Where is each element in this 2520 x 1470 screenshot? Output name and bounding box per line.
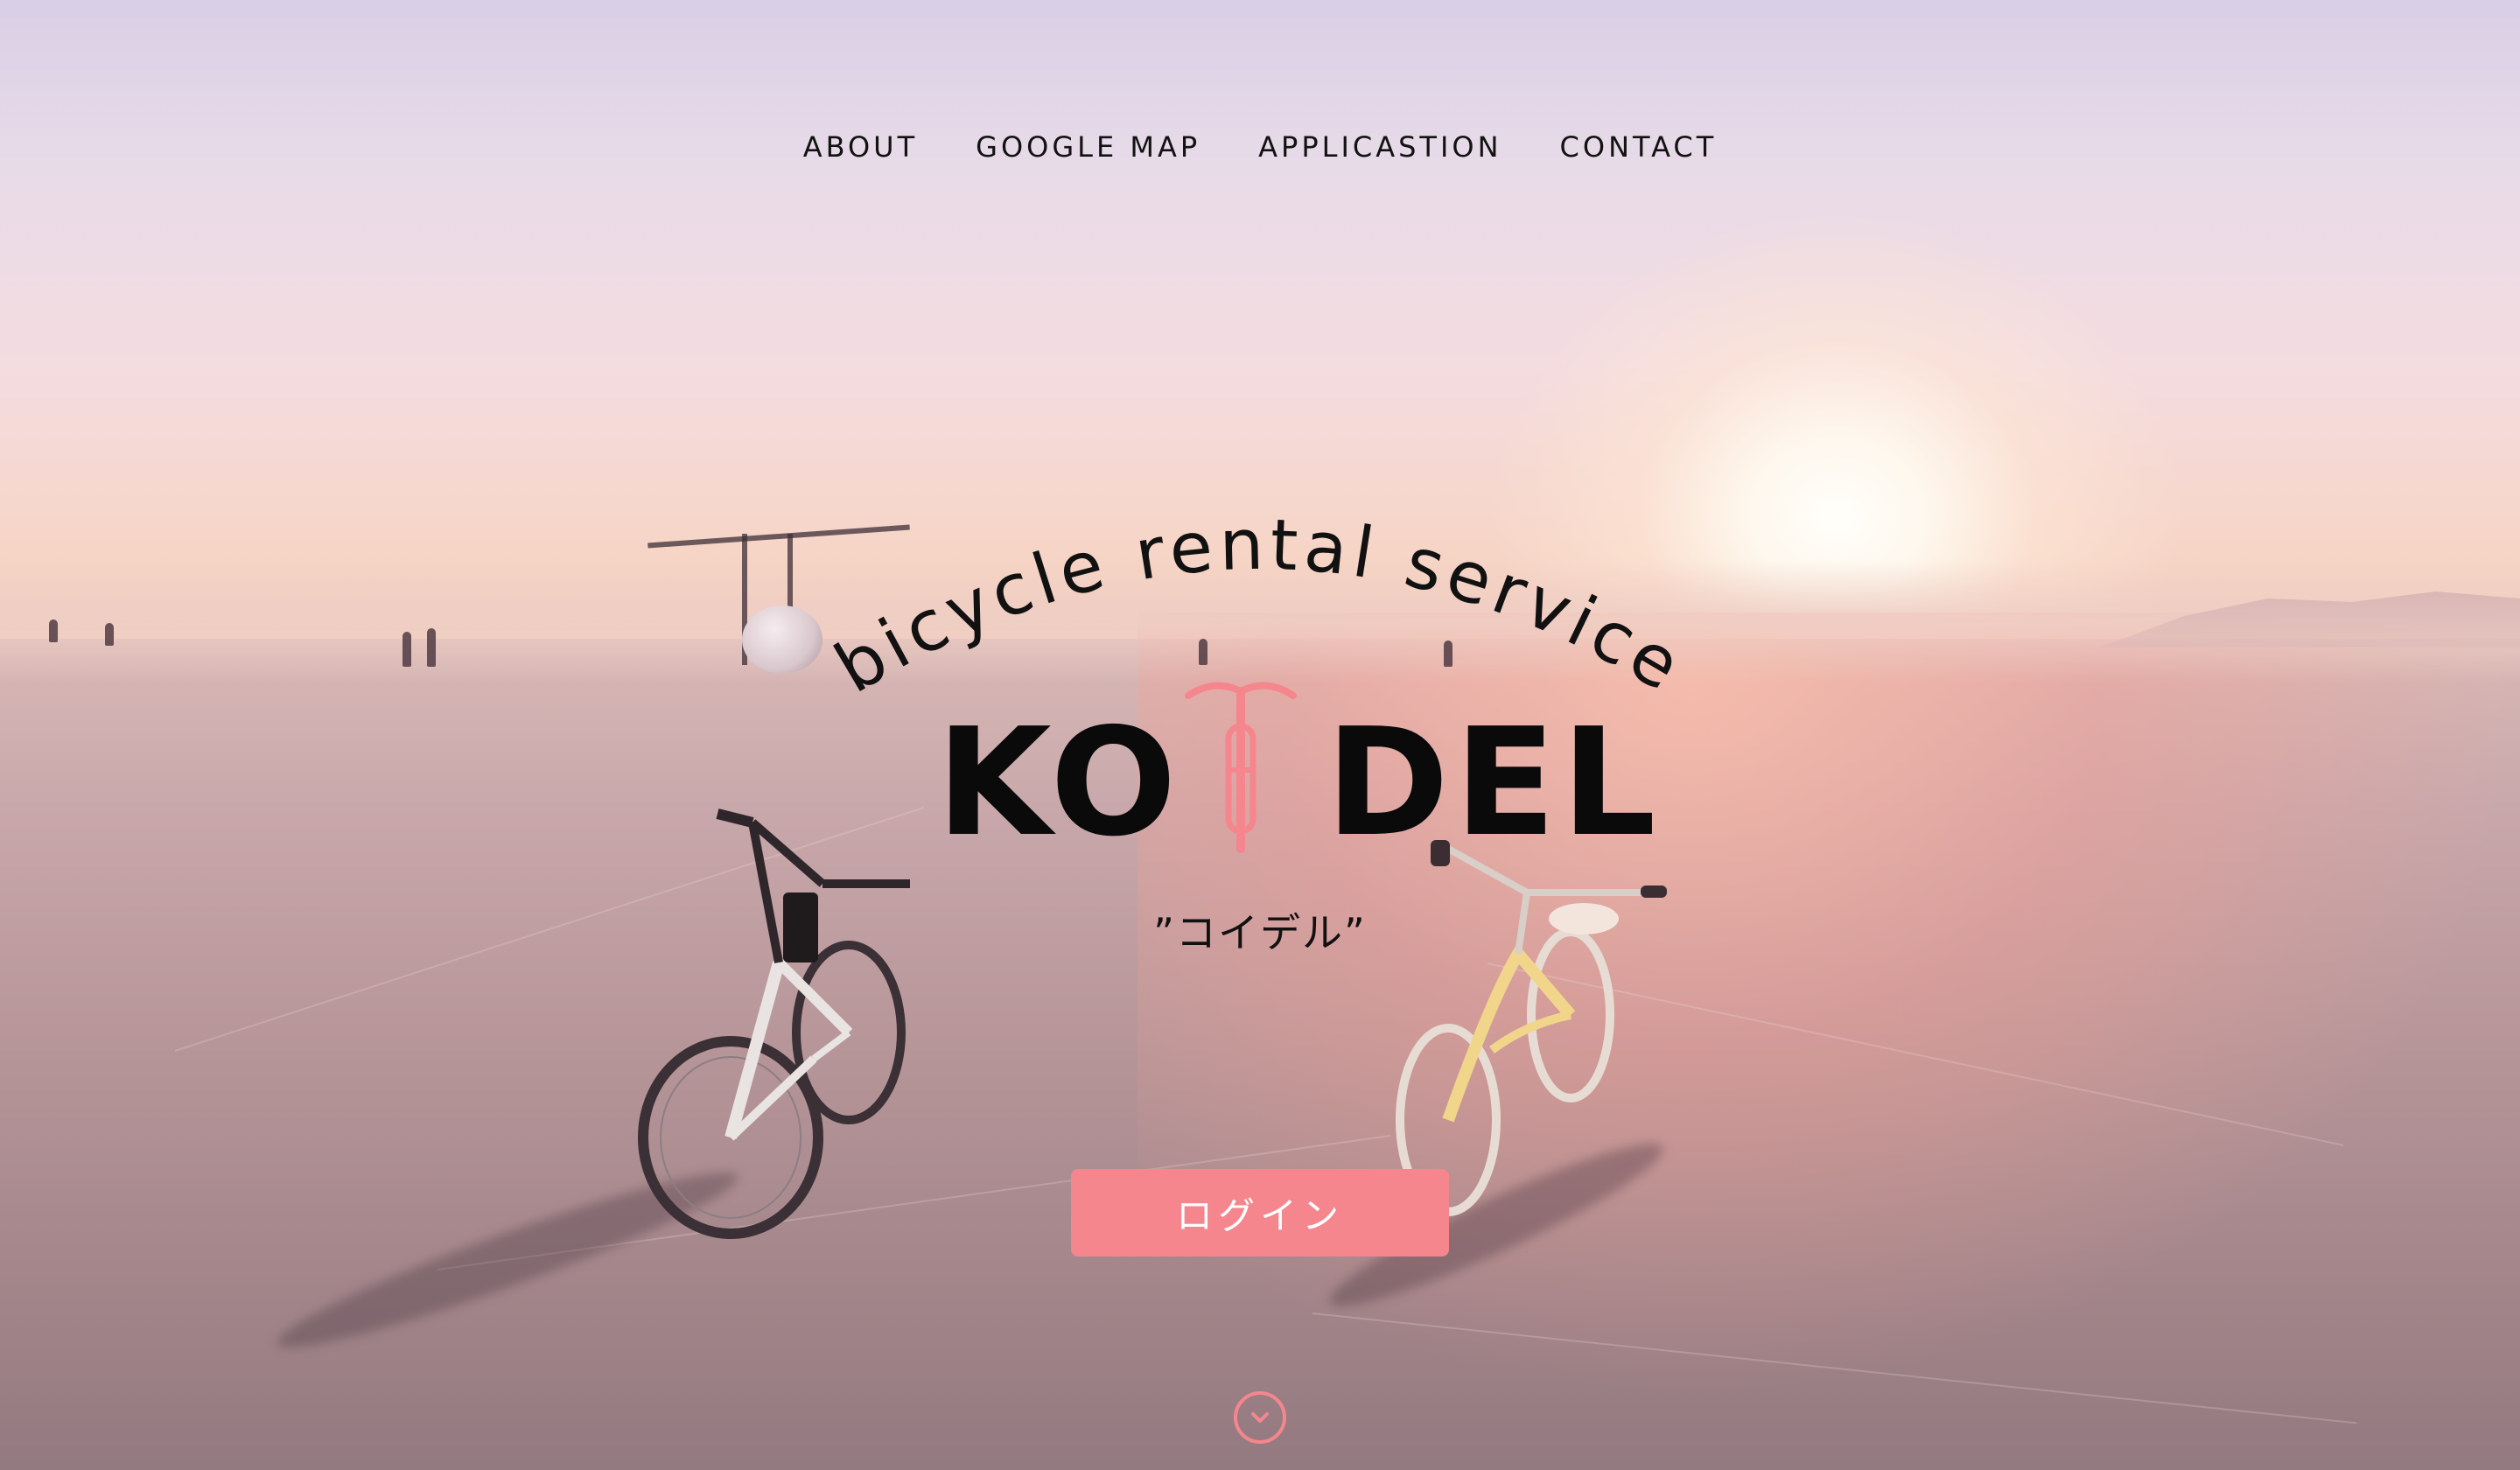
distant-person [427, 628, 436, 667]
login-button[interactable]: ログイン [1071, 1169, 1449, 1256]
main-navigation: ABOUT GOOGLE MAP APPLICASTION CONTACT [0, 130, 2520, 164]
brand-subtitle-japanese: ”コイデル” [1153, 909, 1367, 956]
chevron-down-icon [1251, 1412, 1269, 1423]
distant-person [402, 632, 411, 667]
right-bicycle [1396, 840, 1667, 1216]
hero-section: ABOUT GOOGLE MAP APPLICASTION CONTACT bi… [0, 0, 2520, 1470]
nav-google-map-link[interactable]: GOOGLE MAP [947, 130, 1229, 164]
brand-text-left: KO [936, 696, 1182, 870]
nav-application-link[interactable]: APPLICASTION [1229, 130, 1530, 164]
art-sphere [742, 606, 822, 674]
scroll-down-button[interactable] [1234, 1391, 1286, 1444]
distant-person [49, 620, 58, 642]
nav-contact-link[interactable]: CONTACT [1531, 130, 1746, 164]
brand-logo: KO DEL [928, 674, 1656, 875]
bicycle-icon [1185, 682, 1297, 853]
distant-person [105, 623, 114, 646]
nav-about-link[interactable]: ABOUT [774, 130, 947, 164]
brand-text-right: DEL [1326, 696, 1662, 870]
left-bicycle [638, 808, 910, 1239]
